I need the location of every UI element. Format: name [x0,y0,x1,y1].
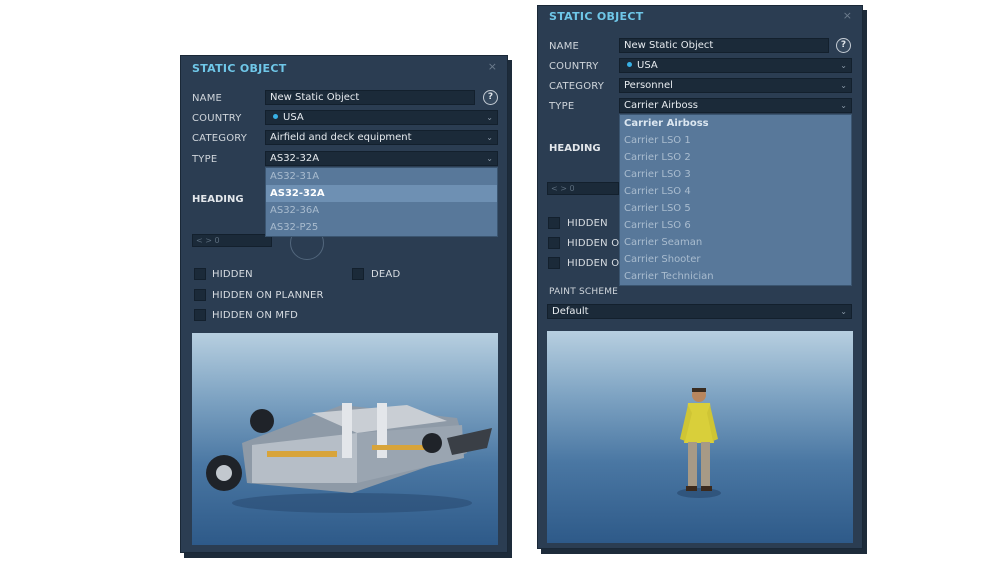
chevron-down-icon: ⌄ [840,307,847,316]
category-label: CATEGORY [549,81,605,92]
hidden-on-planner-checkbox[interactable] [548,237,560,249]
help-icon[interactable]: ? [483,90,498,105]
heading-label: HEADING [549,143,601,154]
hidden-on-mfd-checkbox[interactable] [194,309,206,321]
hidden-on-planner-checkbox[interactable] [194,289,206,301]
static-object-panel-right: STATIC OBJECT × NAME New Static Object ?… [537,5,863,549]
paint-scheme-select[interactable]: Default ⌄ [547,304,852,319]
category-select[interactable]: Personnel ⌄ [619,78,852,93]
hidden-on-mfd-checkbox[interactable] [548,257,560,269]
country-label: COUNTRY [192,113,242,124]
type-value: AS32-32A [270,153,320,164]
static-object-panel-left: STATIC OBJECT × NAME New Static Object ?… [180,55,508,553]
dropdown-option[interactable]: AS32-31A [266,168,497,185]
model-preview[interactable] [192,333,498,545]
country-dot-icon [627,62,632,67]
hidden-on-planner-label: HIDDEN O [567,238,620,249]
type-value: Carrier Airboss [624,100,698,111]
chevron-down-icon: ⌄ [486,154,493,163]
close-icon[interactable]: × [843,9,852,22]
hidden-on-mfd-label: HIDDEN ON MFD [212,310,299,321]
dropdown-option[interactable]: Carrier LSO 6 [620,217,851,234]
chevron-down-icon: ⌄ [840,81,847,90]
country-select[interactable]: USA ⌄ [265,110,498,125]
category-label: CATEGORY [192,133,248,144]
dropdown-option[interactable]: Carrier Shooter [620,251,851,268]
type-dropdown-list[interactable]: AS32-31A AS32-32A AS32-36A AS32-P25 [265,167,498,237]
name-input[interactable]: New Static Object [619,38,829,53]
hidden-on-mfd-label: HIDDEN O [567,258,620,269]
category-value: Airfield and deck equipment [270,132,412,143]
dropdown-option[interactable]: Carrier Seaman [620,234,851,251]
hidden-label: HIDDEN [567,218,608,229]
dropdown-option[interactable]: Carrier LSO 1 [620,132,851,149]
close-icon[interactable]: × [488,60,497,73]
paint-scheme-label: PAINT SCHEME [549,287,619,297]
hidden-label: HIDDEN [212,269,253,280]
dropdown-option[interactable]: Carrier LSO 2 [620,149,851,166]
country-label: COUNTRY [549,61,599,72]
paint-scheme-value: Default [552,306,589,317]
dropdown-option[interactable]: Carrier LSO 5 [620,200,851,217]
help-icon[interactable]: ? [836,38,851,53]
category-select[interactable]: Airfield and deck equipment ⌄ [265,130,498,145]
name-label: NAME [549,41,580,52]
dead-checkbox[interactable] [352,268,364,280]
dead-label: DEAD [371,269,401,280]
category-value: Personnel [624,80,673,91]
chevron-down-icon: ⌄ [486,133,493,142]
heading-label: HEADING [192,194,244,205]
country-value: USA [283,112,304,123]
country-select[interactable]: USA ⌄ [619,58,852,73]
dropdown-option-selected[interactable]: Carrier Airboss [620,115,851,132]
chevron-down-icon: ⌄ [840,61,847,70]
deck-equipment-model [206,403,492,513]
heading-stepper[interactable]: < > 0 [547,182,619,195]
type-select[interactable]: Carrier Airboss ⌄ [619,98,852,113]
country-value: USA [637,60,658,71]
type-dropdown-list[interactable]: Carrier Airboss Carrier LSO 1 Carrier LS… [619,114,852,286]
hidden-on-planner-label: HIDDEN ON PLANNER [212,290,324,301]
dropdown-option[interactable]: AS32-P25 [266,219,497,236]
country-dot-icon [273,114,278,119]
dropdown-option[interactable]: Carrier LSO 4 [620,183,851,200]
model-preview[interactable] [547,331,853,543]
type-select[interactable]: AS32-32A ⌄ [265,151,498,166]
type-label: TYPE [549,101,575,112]
chevron-down-icon: ⌄ [840,101,847,110]
dropdown-option[interactable]: AS32-36A [266,202,497,219]
dropdown-option[interactable]: Carrier Technician [620,268,851,285]
hidden-checkbox[interactable] [548,217,560,229]
heading-stepper[interactable]: < > 0 [192,234,272,247]
name-input[interactable]: New Static Object [265,90,475,105]
dropdown-option[interactable]: Carrier LSO 3 [620,166,851,183]
chevron-down-icon: ⌄ [486,113,493,122]
name-label: NAME [192,93,223,104]
panel-title: STATIC OBJECT [549,10,644,23]
personnel-model [677,388,721,498]
hidden-checkbox[interactable] [194,268,206,280]
panel-title: STATIC OBJECT [192,62,287,75]
type-label: TYPE [192,154,218,165]
dropdown-option-selected[interactable]: AS32-32A [266,185,497,202]
